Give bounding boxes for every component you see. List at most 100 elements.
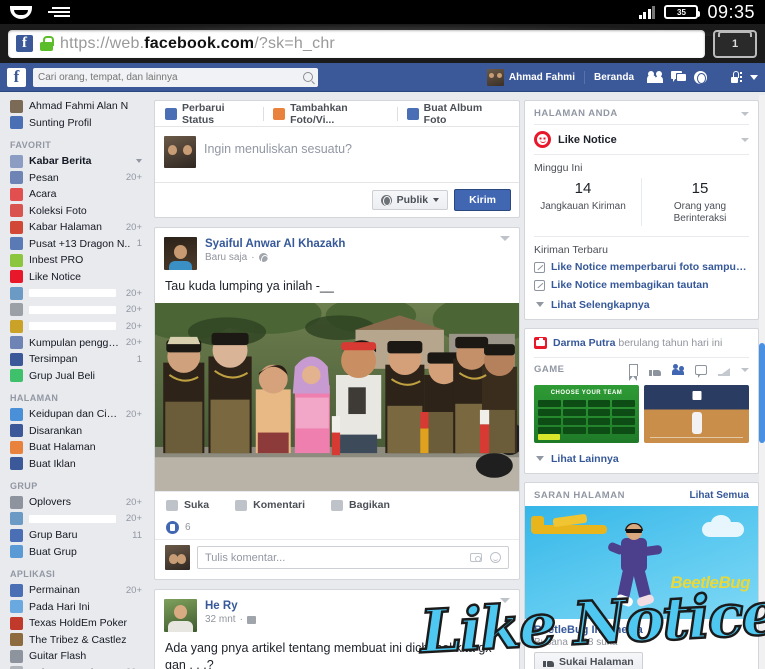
sidebar-item-buat-iklan[interactable]: Buat Iklan — [0, 456, 150, 473]
sidebar-item-edit-profile[interactable]: Sunting Profil — [0, 115, 150, 132]
sidebar-item-kumpulan-penggu[interactable]: Kumpulan penggu... 20+ — [0, 335, 150, 352]
profile-link[interactable]: Ahmad Fahmi — [486, 68, 575, 86]
sidebar-item-buat-grup[interactable]: Buat Grup — [0, 544, 150, 561]
post-author[interactable]: Syaiful Anwar Al Khazakh — [205, 237, 345, 251]
privacy-label: Publik — [396, 194, 429, 206]
post-options-icon[interactable] — [500, 236, 510, 241]
sidebar-item-grup-jual-beli[interactable]: Grup Jual Beli — [0, 368, 150, 385]
stats-icon[interactable] — [718, 364, 730, 376]
url-bar[interactable]: f https://web.facebook.com/?sk=h_chr — [8, 29, 705, 58]
composer-placeholder[interactable]: Ingin menuliskan sesuatu? — [204, 136, 352, 168]
recent-post-label: Like Notice membagikan tautan — [551, 278, 709, 291]
search-box[interactable] — [33, 67, 318, 87]
composer-tab-tambahkan-foto-vi[interactable]: Tambahkan Foto/Vi... — [264, 102, 397, 126]
sidebar-item-profile[interactable]: Ahmad Fahmi Alan N — [0, 98, 150, 115]
redacted-label — [29, 514, 116, 523]
suggestion-page-name[interactable]: BeetleBug Indonesia — [525, 619, 758, 637]
post-action-bagikan[interactable]: Bagikan — [331, 499, 390, 511]
game-see-more-button[interactable]: Lihat Lainnya — [525, 448, 758, 473]
photo-collection-icon — [10, 204, 23, 218]
see-all-link[interactable]: Lihat Semua — [690, 490, 749, 501]
post-image[interactable] — [155, 302, 519, 492]
privacy-icon[interactable] — [731, 71, 742, 83]
friends-icon[interactable] — [672, 363, 684, 376]
camera-icon[interactable] — [470, 553, 482, 563]
chevron-down-icon[interactable] — [741, 367, 749, 372]
browser-toolbar: f https://web.facebook.com/?sk=h_chr 1 — [0, 24, 765, 63]
facebook-logo[interactable]: f — [7, 67, 26, 87]
sidebar-item-grup-baru[interactable]: Grup Baru 11 — [0, 527, 150, 544]
sidebar-item-count: 20+ — [125, 320, 142, 332]
sidebar-item-redacted[interactable]: 20+ — [0, 285, 150, 302]
avatar[interactable] — [164, 237, 197, 270]
page-name[interactable]: Like Notice — [558, 134, 617, 146]
sidebar-item-oplovers[interactable]: Oplovers 20+ — [0, 494, 150, 511]
post-options-icon[interactable] — [500, 598, 510, 604]
sidebar-item-pada-hari-ini[interactable]: Pada Hari Ini — [0, 599, 150, 616]
sidebar-item-pusat-13-dragon-n[interactable]: Pusat +13 Dragon N.. 1 — [0, 236, 150, 253]
tab-switcher-button[interactable]: 1 — [713, 29, 757, 58]
sidebar-item-keidupan-dan-cinta[interactable]: Keidupan dan Cinta 20+ — [0, 406, 150, 423]
comment-input[interactable]: Tulis komentar... — [197, 546, 509, 570]
messages-icon[interactable] — [671, 71, 686, 83]
like-count-row[interactable]: 6 — [155, 518, 519, 539]
account-caret-icon[interactable] — [750, 74, 758, 80]
recent-post-link[interactable]: Like Notice memperbarui foto sampuln... — [525, 258, 758, 276]
sidebar-item-tersimpan[interactable]: Tersimpan 1 — [0, 351, 150, 368]
sidebar-item-disarankan[interactable]: Disarankan — [0, 423, 150, 440]
see-more-button[interactable]: Lihat Selengkapnya — [525, 294, 758, 319]
sidebar-item-kabar-berita[interactable]: Kabar Berita — [0, 153, 150, 170]
sidebar-item-redacted[interactable]: 20+ — [0, 302, 150, 319]
sidebar-item-pesan[interactable]: Pesan 20+ — [0, 170, 150, 187]
sidebar-item-inbest-pro[interactable]: Inbest PRO — [0, 252, 150, 269]
privacy-selector-button[interactable]: Publik — [371, 190, 449, 210]
sidebar-item-kabar-permainan[interactable]: Kabar Permainan20+ — [0, 665, 150, 669]
chevron-down-icon — [433, 198, 440, 202]
thumbs-up-icon[interactable] — [649, 364, 661, 376]
post-action-suka[interactable]: Suka — [166, 499, 209, 511]
birthday-row[interactable]: Darma Putra berulang tahun hari ini — [525, 329, 758, 357]
chevron-down-icon[interactable] — [136, 159, 142, 164]
composer-tab-perbarui-status[interactable]: Perbarui Status — [163, 102, 263, 126]
sidebar-item-koleksi-foto[interactable]: Koleksi Foto — [0, 203, 150, 220]
avatar[interactable] — [164, 599, 197, 633]
phone-status-bar: 35 09:35 — [0, 0, 765, 24]
post-author[interactable]: He Ry — [205, 599, 256, 613]
scrollbar-thumb[interactable] — [759, 343, 765, 443]
sidebar-item-kabar-halaman[interactable]: Kabar Halaman 20+ — [0, 219, 150, 236]
search-icon[interactable] — [303, 72, 313, 82]
sidebar-item-redacted[interactable]: 20+ — [0, 318, 150, 335]
composer-tab-buat-album-foto[interactable]: Buat Album Foto — [398, 102, 511, 126]
composer-body[interactable]: Ingin menuliskan sesuatu? — [155, 127, 519, 182]
notifications-icon[interactable] — [694, 70, 707, 84]
recent-post-link[interactable]: Like Notice membagikan tautan — [525, 276, 758, 294]
birthday-name[interactable]: Darma Putra — [553, 337, 615, 349]
sidebar-item-label: Acara — [29, 188, 57, 201]
recent-posts-list: Like Notice memperbarui foto sampuln... L… — [525, 258, 758, 294]
sidebar-item-the-tribez-castlez[interactable]: The Tribez & Castlez — [0, 632, 150, 649]
sidebar-item-like-notice[interactable]: Like Notice — [0, 269, 150, 286]
emoji-icon[interactable] — [490, 552, 501, 564]
page-row[interactable]: Like Notice — [525, 125, 758, 154]
sidebar-item-texas-holdem-poker[interactable]: Texas HoldEm Poker — [0, 615, 150, 632]
sidebar-item-buat-halaman[interactable]: Buat Halaman — [0, 439, 150, 456]
bookmark-icon[interactable] — [628, 363, 638, 381]
sidebar-item-count: 20+ — [125, 496, 142, 508]
game-thumbnail[interactable] — [644, 384, 749, 443]
game-thumbnail[interactable]: CHOOSE YOUR TEAM — [534, 384, 639, 443]
submit-button[interactable]: Kirim — [454, 189, 511, 211]
friend-requests-icon[interactable] — [647, 71, 663, 83]
home-link[interactable]: Beranda — [594, 72, 634, 83]
sidebar-item-guitar-flash[interactable]: Guitar Flash — [0, 648, 150, 665]
suggestion-image[interactable]: BeetleBug — [525, 505, 758, 619]
like-page-button[interactable]: Sukai Halaman — [534, 651, 643, 669]
page-scrollbar[interactable] — [759, 95, 765, 669]
chevron-down-icon[interactable] — [741, 137, 749, 142]
sidebar-item-acara[interactable]: Acara — [0, 186, 150, 203]
search-input[interactable] — [38, 71, 303, 83]
chevron-down-icon[interactable] — [741, 111, 749, 116]
sidebar-item-permainan[interactable]: Permainan 20+ — [0, 582, 150, 599]
sidebar-item-redacted[interactable]: 20+ — [0, 511, 150, 528]
post-action-komentari[interactable]: Komentari — [235, 499, 305, 511]
flag-icon[interactable] — [695, 364, 707, 378]
